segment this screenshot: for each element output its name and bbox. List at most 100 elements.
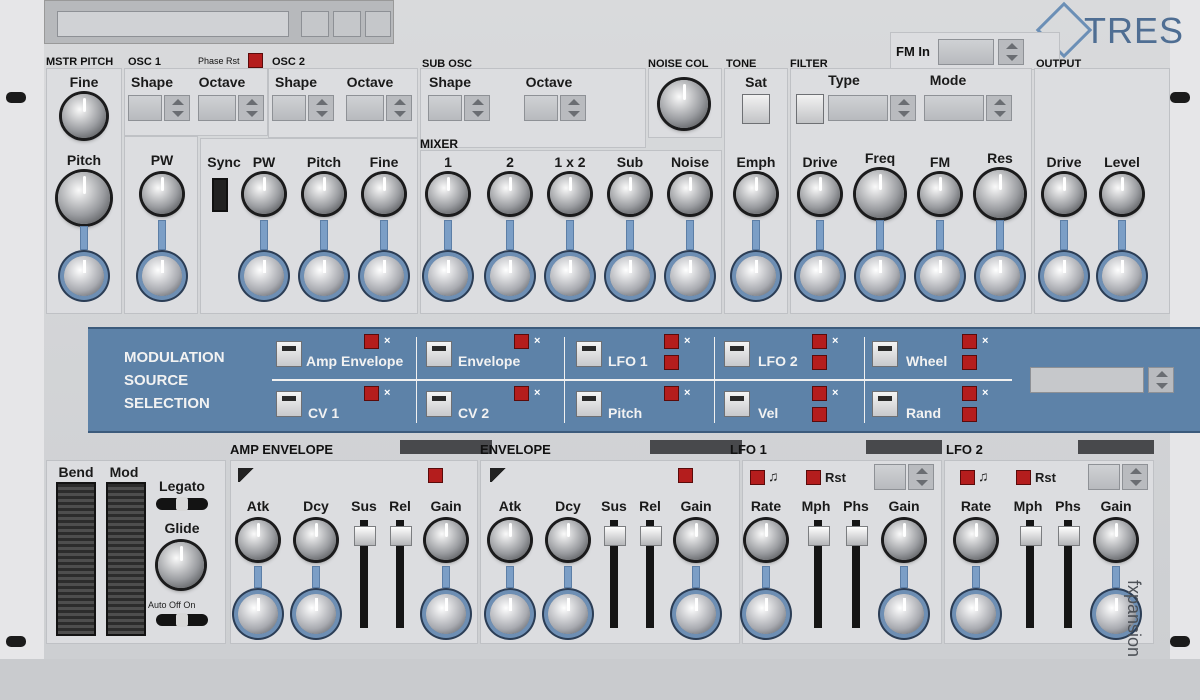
mod-src-mute-button[interactable]: [514, 334, 529, 349]
lfo2-shape-select[interactable]: [1088, 464, 1120, 490]
emph-knob[interactable]: [736, 174, 776, 214]
mod-src-mute-button[interactable]: [364, 386, 379, 401]
lfo2-rst-button[interactable]: [1016, 470, 1031, 485]
filter-res-mod-knob[interactable]: [980, 256, 1020, 296]
filter-mode-select[interactable]: [924, 95, 984, 121]
mod-src-mute-button[interactable]: [664, 334, 679, 349]
fm-in-spinner[interactable]: [998, 39, 1024, 65]
filter-fm-knob[interactable]: [920, 174, 960, 214]
out-drive-mod-knob[interactable]: [1044, 256, 1084, 296]
fm-in-select[interactable]: [938, 39, 994, 65]
amp-atk-mod-knob[interactable]: [238, 594, 278, 634]
sub-octave-select[interactable]: [524, 95, 558, 121]
filter-freq-mod-knob[interactable]: [860, 256, 900, 296]
osc1-octave-select[interactable]: [198, 95, 236, 121]
lfo2-rate-mod-knob[interactable]: [956, 594, 996, 634]
env-dcy-mod-knob[interactable]: [548, 594, 588, 634]
osc2-fine-knob[interactable]: [364, 174, 404, 214]
env-gain-mod-knob[interactable]: [676, 594, 716, 634]
env-gain-knob[interactable]: [676, 520, 716, 560]
mix-noise-knob[interactable]: [670, 174, 710, 214]
mod-src-mute-button[interactable]: [364, 334, 379, 349]
env-atk-knob[interactable]: [490, 520, 530, 560]
lfo2-mph-slider[interactable]: [1020, 520, 1042, 628]
mod-preset-select[interactable]: [1030, 367, 1144, 393]
legato-toggle[interactable]: [156, 497, 208, 511]
pitch-bend-wheel[interactable]: [56, 482, 96, 636]
glide-knob[interactable]: [158, 542, 204, 588]
mix-sub-mod-knob[interactable]: [610, 256, 650, 296]
lfo2-phs-slider[interactable]: [1058, 520, 1080, 628]
mix2-knob[interactable]: [490, 174, 530, 214]
osc2-fine-mod-knob[interactable]: [364, 256, 404, 296]
glide-auto-toggle[interactable]: [156, 613, 208, 627]
osc2-octave-spinner[interactable]: [386, 95, 412, 121]
phase-rst-button[interactable]: [248, 53, 263, 68]
mod-src-mute-button[interactable]: [514, 386, 529, 401]
env-sus-slider[interactable]: [604, 520, 626, 628]
lfo2-rate-knob[interactable]: [956, 520, 996, 560]
master-pitch-knob[interactable]: [58, 172, 110, 224]
mix2-mod-knob[interactable]: [490, 256, 530, 296]
mod-src-mute-button[interactable]: [962, 334, 977, 349]
mod-src-sync-button[interactable]: [812, 407, 827, 422]
filter-fm-mod-knob[interactable]: [920, 256, 960, 296]
mod-src-amp-env-button[interactable]: [276, 341, 302, 367]
osc2-pitch-mod-knob[interactable]: [304, 256, 344, 296]
noise-color-knob[interactable]: [660, 80, 708, 128]
emph-mod-knob[interactable]: [736, 256, 776, 296]
env-velocity-button[interactable]: [678, 468, 693, 483]
folder-icon[interactable]: [333, 11, 361, 37]
mod-src-vel-button[interactable]: [724, 391, 750, 417]
mod-src-mute-button[interactable]: [812, 386, 827, 401]
master-pitch-mod-knob[interactable]: [64, 256, 104, 296]
save-icon[interactable]: [365, 11, 391, 37]
mod-src-env-button[interactable]: [426, 341, 452, 367]
out-level-mod-knob[interactable]: [1102, 256, 1142, 296]
lfo1-rate-mod-knob[interactable]: [746, 594, 786, 634]
mod-src-wheel-button[interactable]: [872, 341, 898, 367]
mix12-knob[interactable]: [550, 174, 590, 214]
preset-updown-button[interactable]: [301, 11, 329, 37]
filter-drive-knob[interactable]: [800, 174, 840, 214]
amp-rel-slider[interactable]: [390, 520, 412, 628]
mod-preset-spinner[interactable]: [1148, 367, 1174, 393]
mix1-knob[interactable]: [428, 174, 468, 214]
mod-src-lfo1-button[interactable]: [576, 341, 602, 367]
mod-src-mute-button[interactable]: [812, 334, 827, 349]
mod-src-mute-button[interactable]: [664, 386, 679, 401]
lfo1-phs-slider[interactable]: [846, 520, 868, 628]
mix-sub-knob[interactable]: [610, 174, 650, 214]
amp-atk-knob[interactable]: [238, 520, 278, 560]
env-atk-mod-knob[interactable]: [490, 594, 530, 634]
mix12-mod-knob[interactable]: [550, 256, 590, 296]
osc2-shape-spinner[interactable]: [308, 95, 334, 121]
lfo1-mph-slider[interactable]: [808, 520, 830, 628]
osc2-shape-select[interactable]: [272, 95, 306, 121]
mod-src-cv1-button[interactable]: [276, 391, 302, 417]
mod-src-sync-button[interactable]: [962, 355, 977, 370]
mod-src-lfo2-button[interactable]: [724, 341, 750, 367]
lfo1-sync-button[interactable]: [750, 470, 765, 485]
amp-sus-slider[interactable]: [354, 520, 376, 628]
sub-shape-select[interactable]: [428, 95, 462, 121]
lfo1-gain-mod-knob[interactable]: [884, 594, 924, 634]
out-level-knob[interactable]: [1102, 174, 1142, 214]
lfo1-rate-knob[interactable]: [746, 520, 786, 560]
master-fine-knob[interactable]: [62, 94, 106, 138]
mod-src-sync-button[interactable]: [664, 355, 679, 370]
lfo2-sync-button[interactable]: [960, 470, 975, 485]
out-drive-knob[interactable]: [1044, 174, 1084, 214]
filter-freq-knob[interactable]: [856, 170, 904, 218]
mod-wheel[interactable]: [106, 482, 146, 636]
lfo1-shape-spinner[interactable]: [908, 464, 934, 490]
osc1-pw-knob[interactable]: [142, 174, 182, 214]
osc2-pw-knob[interactable]: [244, 174, 284, 214]
sat-power-icon[interactable]: [742, 94, 770, 124]
filter-mode-spinner[interactable]: [986, 95, 1012, 121]
sync-switch[interactable]: [212, 178, 228, 212]
filter-type-spinner[interactable]: [890, 95, 916, 121]
osc1-shape-spinner[interactable]: [164, 95, 190, 121]
amp-gain-mod-knob[interactable]: [426, 594, 466, 634]
osc1-pw-mod-knob[interactable]: [142, 256, 182, 296]
